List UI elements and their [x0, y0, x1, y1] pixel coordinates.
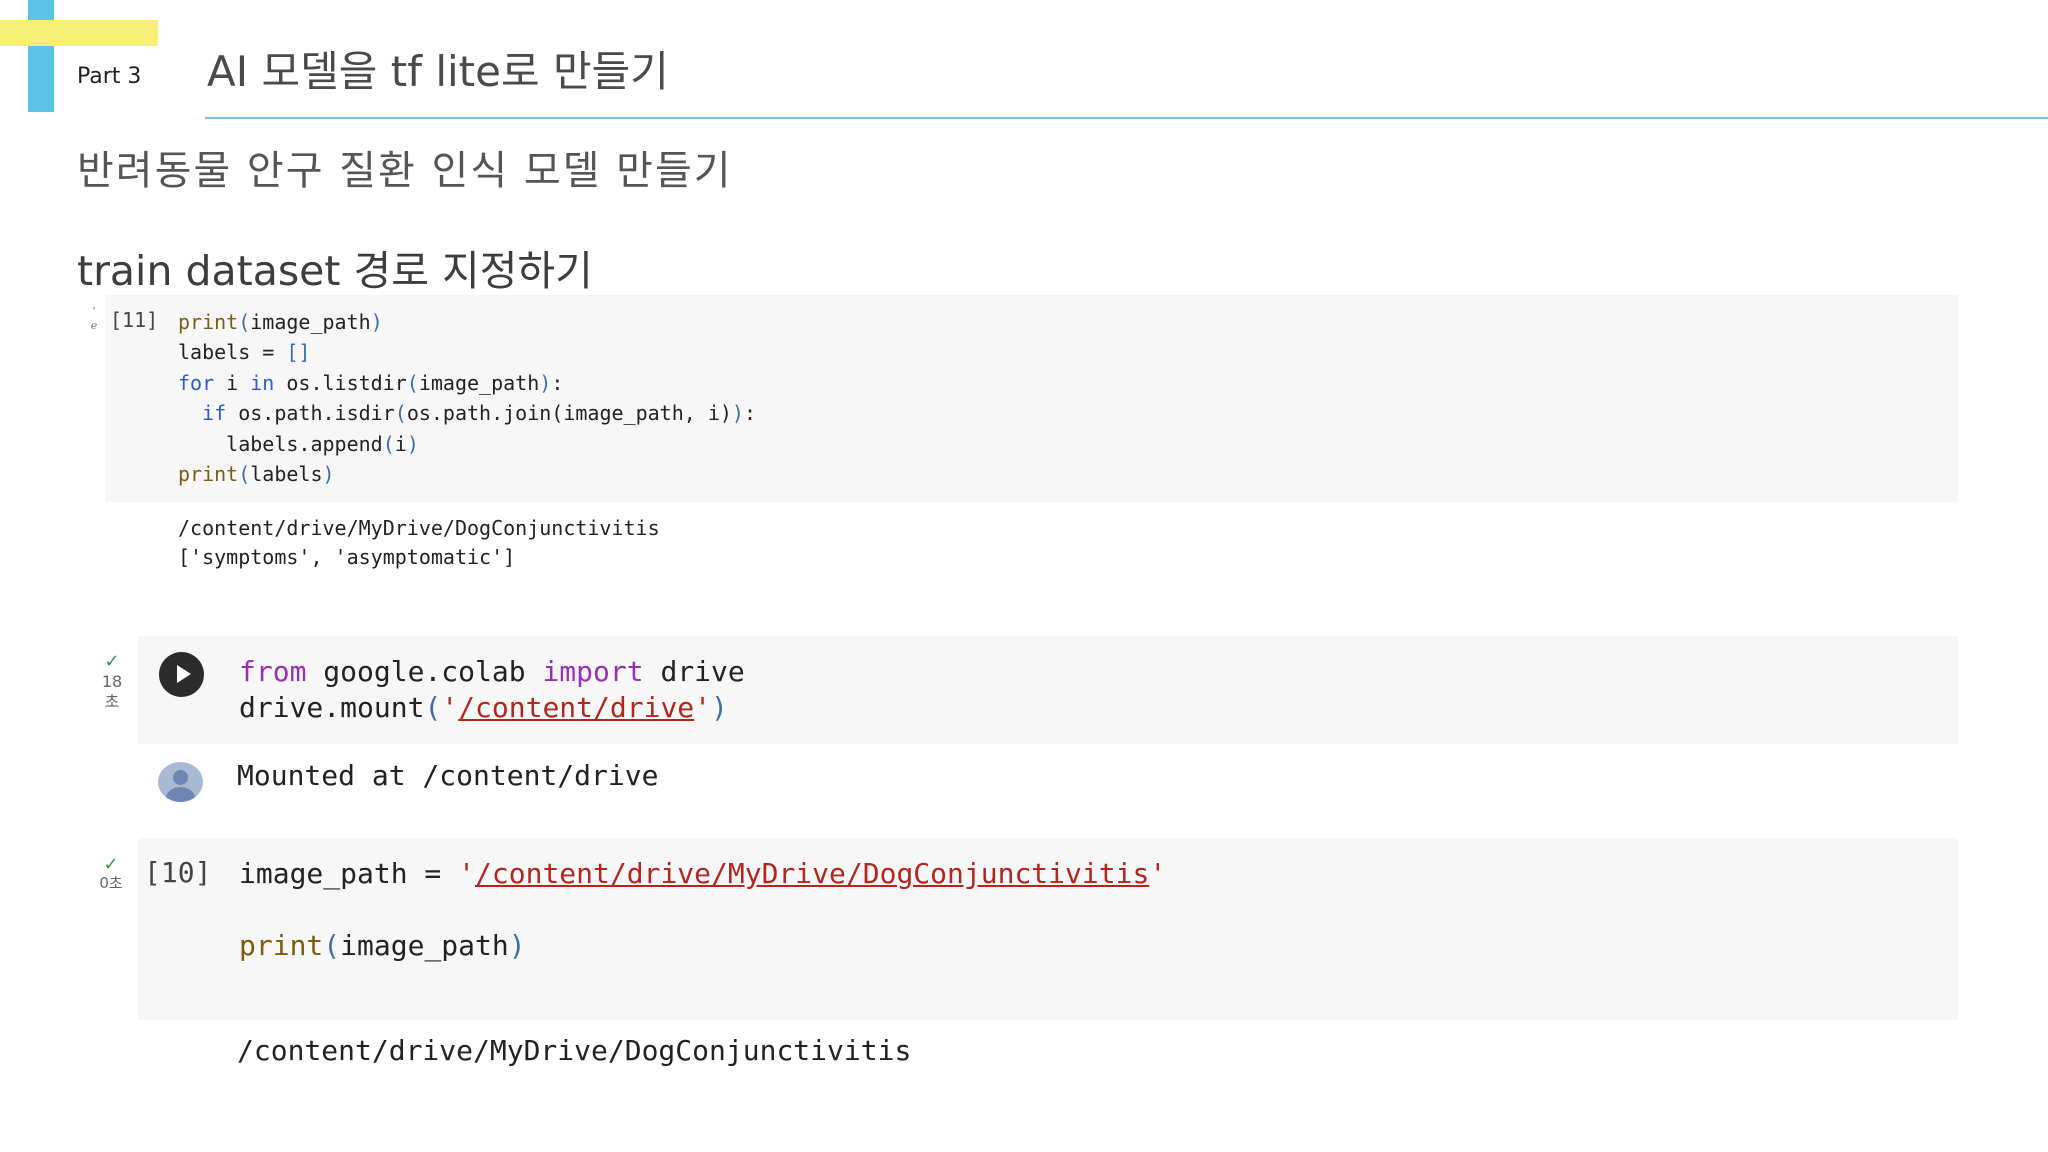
code-keyword: import: [542, 655, 644, 688]
code-keyword: if: [202, 401, 227, 426]
check-icon: ✓: [103, 854, 119, 875]
code-text: image_path =: [239, 857, 459, 890]
output-avatar-icon: [158, 762, 203, 802]
decorative-yellow-bar: [0, 20, 158, 46]
cell-2-status: ✓ 18 초: [98, 652, 126, 712]
code-fn: print: [178, 462, 239, 487]
cell-2-time: 18: [101, 672, 123, 691]
cell-1-status-icon: ’ ℯ: [90, 305, 98, 332]
code-string-link[interactable]: /content/drive: [458, 691, 694, 724]
code-fn: print: [239, 929, 324, 962]
part-label: Part 3: [77, 64, 142, 89]
check-icon: ✓: [104, 651, 120, 672]
code-text: i: [214, 370, 251, 395]
code-arg: os.path.join(image_path, i): [406, 401, 732, 426]
code-text: google.colab: [306, 655, 543, 688]
code-text: os.listdir: [274, 370, 407, 395]
cell-1-code[interactable]: print(image_path) labels = [] for i in o…: [178, 307, 756, 489]
code-arg: image_path: [250, 310, 371, 334]
header-divider: [205, 117, 2048, 119]
cell-3-code[interactable]: image_path = '/content/drive/MyDrive/Dog…: [239, 856, 1166, 964]
code-string-link[interactable]: /content/drive/MyDrive/DogConjunctivitis: [475, 857, 1149, 890]
code-keyword: from: [239, 655, 307, 688]
code-text: labels =: [178, 340, 287, 365]
code-fn: print: [178, 310, 239, 334]
run-cell-button[interactable]: [159, 652, 204, 697]
cell-1-exec-count: [11]: [110, 308, 159, 332]
cell-3-time: 0초: [99, 874, 123, 892]
cell-2-time-unit: 초: [104, 692, 120, 711]
code-arg: labels: [250, 462, 323, 487]
code-text: labels.append: [226, 431, 383, 456]
cell-2-code[interactable]: from google.colab import drive drive.mou…: [239, 654, 745, 726]
code-keyword: in: [250, 370, 275, 395]
slide-title: AI 모델을 tf lite로 만들기: [207, 47, 669, 96]
slide-subtitle: 반려동물 안구 질환 인식 모델 만들기: [77, 148, 733, 194]
code-arg: i: [394, 431, 407, 456]
code-literal: []: [286, 340, 311, 365]
section-title: train dataset 경로 지정하기: [77, 247, 593, 295]
cell-3-output: /content/drive/MyDrive/DogConjunctivitis: [237, 1034, 912, 1067]
cell-2-output: Mounted at /content/drive: [237, 759, 659, 792]
decorative-blue-bar: [28, 0, 54, 112]
cell-3-exec-count: [10]: [144, 856, 212, 889]
output-line: /content/drive/MyDrive/DogConjunctivitis: [178, 516, 660, 540]
code-keyword: for: [178, 370, 215, 395]
output-line: ['symptoms', 'asymptomatic']: [178, 545, 516, 569]
code-arg: image_path: [340, 929, 509, 962]
code-text: drive: [643, 655, 745, 688]
cell-3-status: ✓ 0초: [96, 854, 126, 893]
code-arg: image_path: [418, 370, 540, 395]
code-text: drive.mount: [239, 691, 425, 724]
cell-1-output: /content/drive/MyDrive/DogConjunctivitis…: [178, 514, 660, 572]
code-text: os.path.isdir: [226, 401, 395, 426]
